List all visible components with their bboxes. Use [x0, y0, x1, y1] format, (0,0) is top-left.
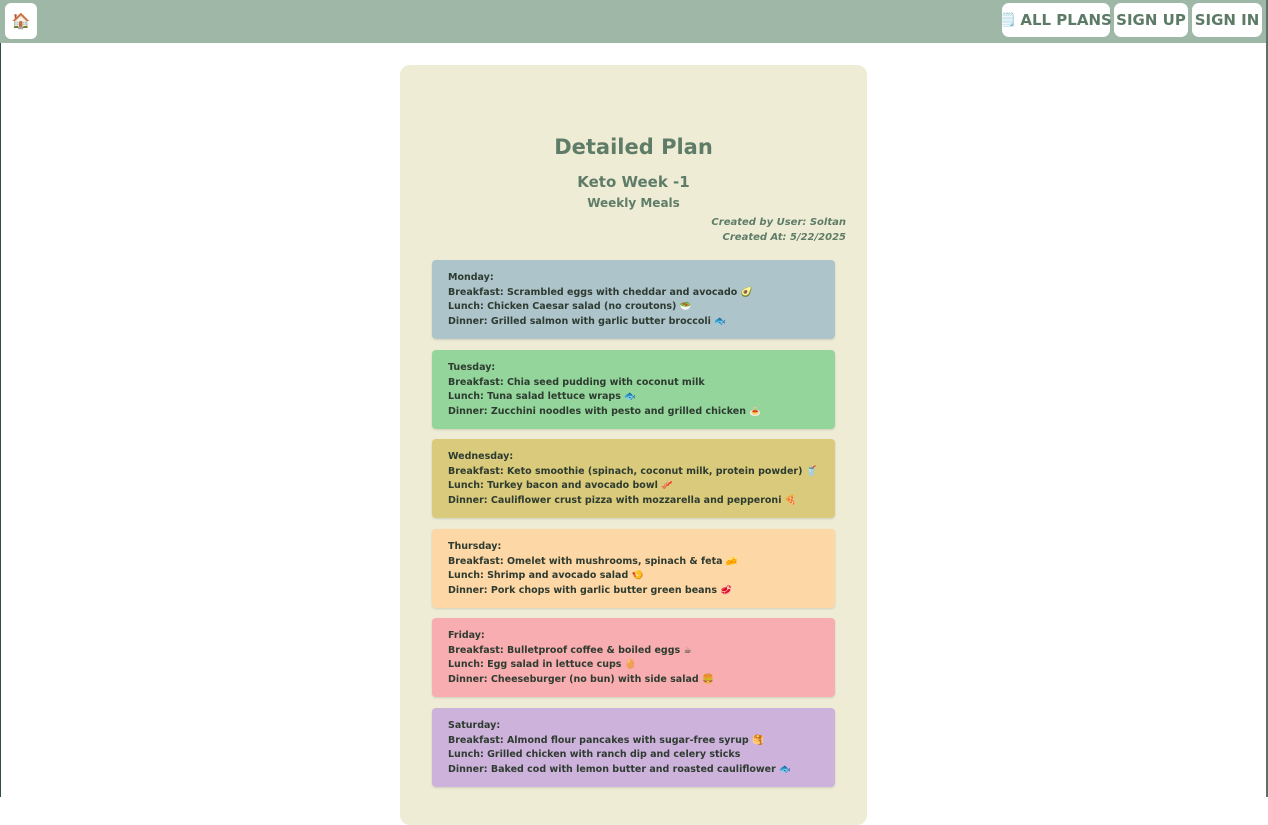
- breakfast-line: Breakfast: Omelet with mushrooms, spinac…: [448, 555, 738, 567]
- dinner-line: Dinner: Cheeseburger (no bun) with side …: [448, 673, 714, 685]
- day-name: Wednesday:: [448, 451, 514, 462]
- created-at: Created At: 5/22/2025: [722, 232, 846, 243]
- breakfast-line: Breakfast: Keto smoothie (spinach, cocon…: [448, 465, 818, 477]
- day-card-tuesday: Tuesday: Breakfast: Chia seed pudding wi…: [432, 350, 835, 429]
- breakfast-line: Breakfast: Bulletproof coffee & boiled e…: [448, 644, 692, 656]
- plan-type: Weekly Meals: [587, 196, 680, 210]
- day-name: Tuesday:: [448, 362, 496, 373]
- sign-up-label: SIGN UP: [1116, 11, 1186, 29]
- page-title: Detailed Plan: [554, 135, 713, 159]
- plan-detail-card: Detailed Plan Keto Week -1 Weekly Meals …: [400, 65, 867, 825]
- day-name: Thursday:: [448, 541, 502, 552]
- sign-up-button[interactable]: SIGN UP: [1114, 3, 1188, 37]
- all-plans-label: ALL PLANS: [1020, 11, 1112, 29]
- breakfast-line: Breakfast: Chia seed pudding with coconu…: [448, 376, 705, 388]
- dinner-line: Dinner: Pork chops with garlic butter gr…: [448, 584, 733, 596]
- day-card-wednesday: Wednesday: Breakfast: Keto smoothie (spi…: [432, 439, 835, 518]
- created-by: Created by User: Soltan: [711, 217, 846, 228]
- lunch-line: Lunch: Turkey bacon and avocado bowl 🥓: [448, 480, 673, 491]
- dinner-line: Dinner: Grilled salmon with garlic butte…: [448, 315, 727, 327]
- notepad-icon: 🗒️: [1000, 12, 1017, 28]
- day-card-friday: Friday: Breakfast: Bulletproof coffee & …: [432, 618, 835, 697]
- dinner-line: Dinner: Baked cod with lemon butter and …: [448, 763, 791, 775]
- day-card-monday: Monday: Breakfast: Scrambled eggs with c…: [432, 260, 835, 339]
- lunch-line: Lunch: Shrimp and avocado salad 🍤: [448, 570, 644, 581]
- breakfast-line: Breakfast: Scrambled eggs with cheddar a…: [448, 286, 753, 298]
- day-name: Saturday:: [448, 720, 501, 731]
- lunch-line: Lunch: Chicken Caesar salad (no croutons…: [448, 301, 692, 312]
- day-name: Friday:: [448, 630, 485, 641]
- lunch-line: Lunch: Tuna salad lettuce wraps 🐟: [448, 391, 636, 402]
- breakfast-line: Breakfast: Almond flour pancakes with su…: [448, 734, 764, 746]
- lunch-line: Lunch: Egg salad in lettuce cups 🥚: [448, 659, 637, 670]
- day-name: Monday:: [448, 272, 494, 283]
- home-button[interactable]: 🏠: [5, 3, 37, 39]
- sign-in-button[interactable]: SIGN IN: [1192, 3, 1262, 37]
- dinner-line: Dinner: Cauliflower crust pizza with moz…: [448, 494, 797, 506]
- lunch-line: Lunch: Grilled chicken with ranch dip an…: [448, 749, 741, 760]
- plan-name: Keto Week -1: [577, 173, 690, 191]
- dinner-line: Dinner: Zucchini noodles with pesto and …: [448, 405, 762, 417]
- sign-in-label: SIGN IN: [1194, 11, 1260, 29]
- day-card-saturday: Saturday: Breakfast: Almond flour pancak…: [432, 708, 835, 787]
- all-plans-button[interactable]: 🗒️ ALL PLANS: [1000, 3, 1112, 37]
- window-border-left: [0, 43, 1, 797]
- day-card-thursday: Thursday: Breakfast: Omelet with mushroo…: [432, 529, 835, 608]
- house-icon: 🏠: [11, 12, 31, 30]
- top-navbar: 🏠 🗒️ ALL PLANS SIGN UP SIGN IN: [0, 0, 1268, 43]
